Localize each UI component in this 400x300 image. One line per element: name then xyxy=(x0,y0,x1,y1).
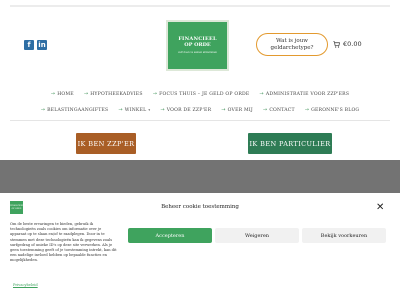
arrow-right-icon: → xyxy=(83,91,89,97)
view-preferences-button[interactable]: Bekijk voorkeuren xyxy=(302,228,386,243)
cookie-description: Om de beste ervaringen te bieden, gebrui… xyxy=(10,222,117,263)
nav-item-belastingaangiftes[interactable]: → BELASTINGAANGIFTES xyxy=(41,107,109,113)
nav-label: OVER MIJ xyxy=(227,107,253,113)
cart-total: €0.00 xyxy=(343,40,362,48)
logo-line-2: OP ORDE xyxy=(184,42,211,48)
nav-item-hypotheekadvies[interactable]: → HYPOTHEEKADVIES xyxy=(84,91,143,97)
dialog-logo: FINANCIEEL OP ORDE xyxy=(10,201,24,214)
nav-label: HOME xyxy=(57,91,74,97)
facebook-icon[interactable]: f xyxy=(24,40,34,50)
particulier-button[interactable]: IK BEN PARTICULIER xyxy=(248,133,332,154)
chevron-down-icon: ▾ xyxy=(148,108,151,112)
nav-label: GERONNE'S BLOG xyxy=(311,107,360,113)
accept-button[interactable]: Accepteren xyxy=(128,228,212,243)
arrow-right-icon: → xyxy=(152,91,158,97)
site-logo[interactable]: FINANCIEEL OP ORDE zelf doen vs samen af… xyxy=(166,20,229,71)
main-nav-row-2: → BELASTINGAANGIFTES → WINKEL ▾ → VOOR D… xyxy=(10,107,390,113)
nav-label: HYPOTHEEKADVIES xyxy=(90,91,143,97)
nav-label: VOOR DE ZZP'ER xyxy=(166,107,212,113)
nav-item-focus-thuis[interactable]: → FOCUS THUIS – JE GELD OP ORDE xyxy=(153,91,250,97)
privacy-policy-link[interactable]: Privacybeleid xyxy=(13,283,38,287)
arrow-right-icon: → xyxy=(160,107,165,113)
top-divider xyxy=(10,5,390,7)
close-icon[interactable]: ✕ xyxy=(376,202,384,213)
cart-link[interactable]: €0.00 xyxy=(333,40,362,48)
zzp-button[interactable]: IK BEN ZZP'ER xyxy=(76,133,136,154)
nav-divider xyxy=(10,120,390,121)
nav-item-voor-de-zzper[interactable]: → VOOR DE ZZP'ER xyxy=(160,107,211,113)
arrow-right-icon: → xyxy=(50,91,56,97)
linkedin-icon[interactable]: in xyxy=(37,40,47,50)
nav-label: WINKEL xyxy=(124,107,147,113)
nav-item-winkel[interactable]: → WINKEL ▾ xyxy=(118,107,150,113)
cart-icon xyxy=(333,40,340,48)
nav-item-contact[interactable]: → CONTACT xyxy=(263,107,295,113)
nav-item-blog[interactable]: → GERONNE'S BLOG xyxy=(305,107,360,113)
cta-line-2: geldarchetype? xyxy=(270,45,314,51)
dialog-title: Beheer cookie toestemming xyxy=(161,204,239,210)
nav-item-over-mij[interactable]: → OVER MIJ xyxy=(221,107,253,113)
nav-label: CONTACT xyxy=(269,107,295,113)
arrow-right-icon: → xyxy=(262,107,268,113)
arrow-right-icon: → xyxy=(304,107,310,113)
arrow-right-icon: → xyxy=(40,107,46,113)
main-nav-row-1: → HOME → HYPOTHEEKADVIES → FOCUS THUIS –… xyxy=(10,91,390,97)
arrow-right-icon: → xyxy=(118,107,123,113)
refuse-button[interactable]: Weigeren xyxy=(215,228,299,243)
cookie-consent-dialog: FINANCIEEL OP ORDE Beheer cookie toestem… xyxy=(0,193,400,300)
nav-label: ADMINISTRATIE VOOR ZZP'ERS xyxy=(265,91,350,97)
nav-item-home[interactable]: → HOME xyxy=(51,91,74,97)
nav-label: BELASTINGAANGIFTES xyxy=(47,107,109,113)
nav-item-administratie[interactable]: → ADMINISTRATIE VOOR ZZP'ERS xyxy=(259,91,349,97)
nav-label: FOCUS THUIS – JE GELD OP ORDE xyxy=(159,91,250,97)
social-links: f in xyxy=(24,40,47,50)
cta-line-1: Wat is jouw xyxy=(275,38,308,44)
arrow-right-icon: → xyxy=(259,91,264,97)
arrow-right-icon: → xyxy=(221,107,226,113)
logo-tagline: zelf doen vs samen afstemmen xyxy=(178,51,217,54)
geldarchetype-button[interactable]: Wat is jouw geldarchetype? xyxy=(256,33,328,56)
